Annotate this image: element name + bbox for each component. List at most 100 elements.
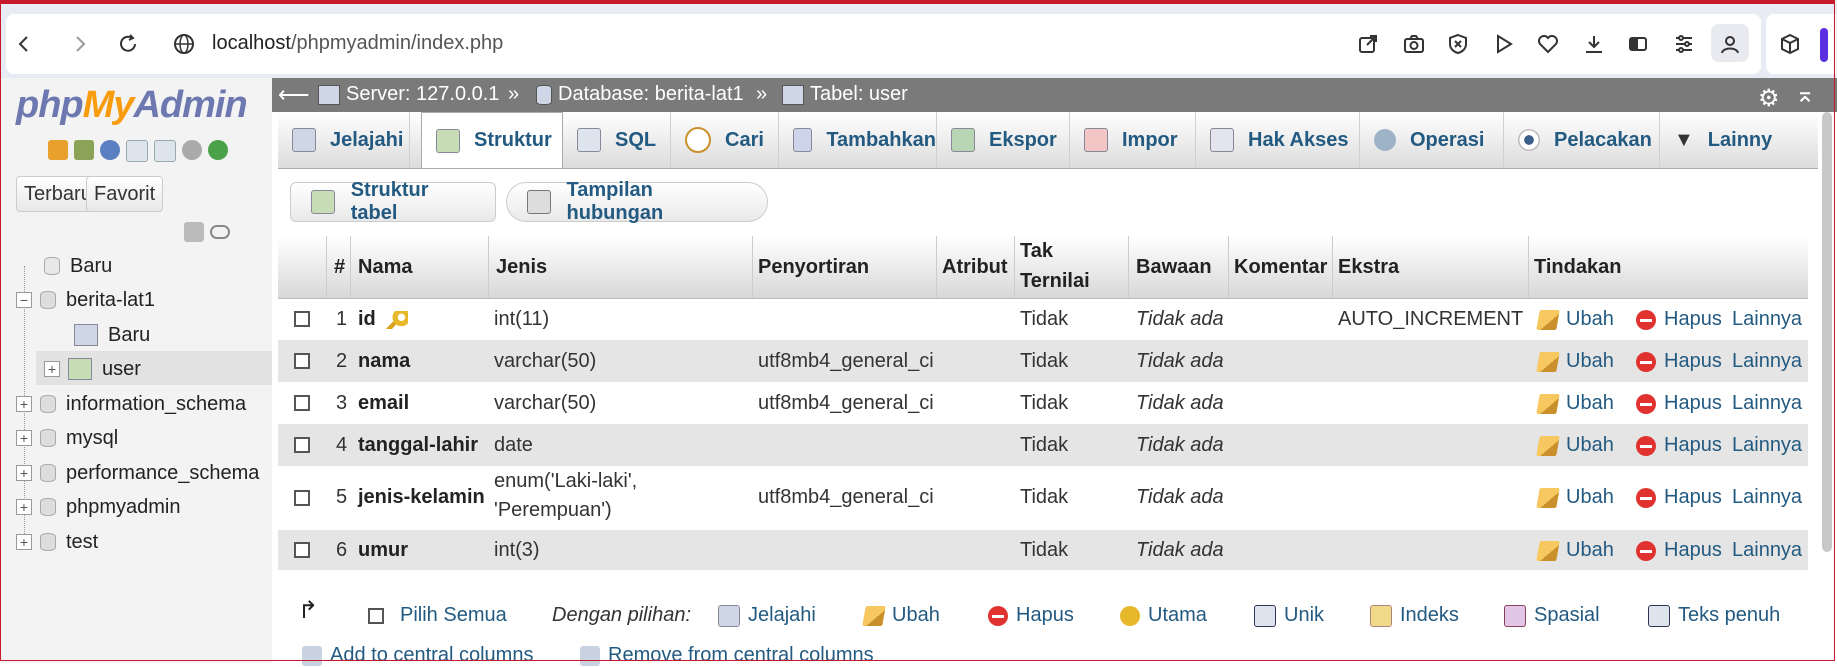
expand-icon[interactable]: + — [16, 465, 32, 481]
shield-icon[interactable] — [1442, 28, 1474, 60]
tree-item-berita-lat1[interactable]: − berita-lat1 — [16, 285, 155, 315]
tree-item-information-schema[interactable]: + information_schema — [16, 389, 246, 419]
bulk-primary-button[interactable]: Utama — [1120, 604, 1207, 627]
tab-sql[interactable]: SQL — [563, 112, 671, 168]
drop-button[interactable]: Hapus — [1636, 539, 1722, 562]
bulk-drop-button[interactable]: Hapus — [988, 604, 1074, 627]
heart-icon[interactable] — [1532, 28, 1564, 60]
tab-operations[interactable]: Operasi — [1360, 112, 1504, 168]
edit-button[interactable]: Ubah — [1536, 308, 1614, 331]
drop-button[interactable]: Hapus — [1636, 392, 1722, 415]
expand-icon[interactable]: + — [16, 534, 32, 550]
drop-button[interactable]: Hapus — [1636, 308, 1722, 331]
tab-tracking[interactable]: Pelacakan — [1504, 112, 1660, 168]
collapse-icon[interactable]: − — [16, 292, 32, 308]
collapse-all-icon[interactable] — [184, 222, 204, 242]
bulk-fulltext-button[interactable]: Teks penuh — [1648, 604, 1780, 627]
row-checkbox[interactable] — [294, 353, 310, 369]
reader-icon[interactable] — [1622, 28, 1654, 60]
header-comment[interactable]: Komentar — [1234, 252, 1327, 282]
more-button[interactable]: Lainnya — [1732, 350, 1802, 373]
docs-icon[interactable] — [126, 140, 148, 162]
play-icon[interactable] — [1488, 28, 1520, 60]
header-extra[interactable]: Ekstra — [1338, 252, 1399, 282]
home-icon[interactable] — [48, 140, 68, 160]
sidebar-toggle-accent[interactable] — [1820, 28, 1828, 62]
tab-more[interactable]: ▼ Lainny — [1660, 112, 1818, 168]
tree-item-phpmyadmin[interactable]: + phpmyadmin — [16, 492, 181, 522]
bulk-index-button[interactable]: Indeks — [1370, 604, 1459, 627]
row-checkbox[interactable] — [294, 542, 310, 558]
tab-search[interactable]: Cari — [671, 112, 779, 168]
bulk-browse-button[interactable]: Jelajahi — [718, 604, 816, 627]
logout-icon[interactable] — [74, 140, 94, 160]
select-all-checkbox[interactable] — [368, 607, 384, 624]
subtab-relation-view[interactable]: Tampilan hubungan — [506, 179, 768, 224]
row-checkbox[interactable] — [294, 311, 310, 327]
add-central-columns-button[interactable]: Add to central columns — [302, 644, 533, 667]
bulk-spatial-button[interactable]: Spasial — [1504, 604, 1600, 627]
header-collation[interactable]: Penyortiran — [758, 252, 869, 282]
drop-button[interactable]: Hapus — [1636, 486, 1722, 509]
collapse-sidebar-icon[interactable]: ⟵ — [278, 82, 310, 108]
profile-icon[interactable] — [1714, 28, 1746, 60]
scrollbar[interactable] — [1822, 112, 1832, 552]
edit-button[interactable]: Ubah — [1536, 434, 1614, 457]
address-bar[interactable]: localhost/phpmyadmin/index.php — [212, 32, 503, 55]
gear-icon[interactable] — [182, 140, 202, 160]
expand-icon[interactable]: + — [16, 430, 32, 446]
breadcrumb-table[interactable]: Tabel: user — [782, 83, 908, 106]
phpmyadmin-logo[interactable]: phpMyAdmin — [16, 84, 248, 127]
more-button[interactable]: Lainnya — [1732, 392, 1802, 415]
header-null-line2[interactable]: Ternilai — [1020, 266, 1090, 296]
forward-icon[interactable] — [62, 26, 98, 62]
reload-icon[interactable] — [110, 26, 146, 62]
header-name[interactable]: Nama — [358, 252, 412, 282]
help-icon[interactable] — [100, 140, 120, 160]
tab-export[interactable]: Ekspor — [937, 112, 1070, 168]
back-icon[interactable] — [6, 26, 42, 62]
edit-button[interactable]: Ubah — [1536, 486, 1614, 509]
download-icon[interactable] — [1578, 28, 1610, 60]
row-checkbox[interactable] — [294, 490, 310, 506]
refresh-icon[interactable] — [208, 140, 228, 160]
tree-item-mysql[interactable]: + mysql — [16, 423, 118, 453]
tree-item-new-table[interactable]: Baru — [74, 320, 150, 350]
expand-icon[interactable]: + — [16, 499, 32, 515]
tab-insert[interactable]: Tambahkan — [779, 112, 937, 168]
scroll-top-icon[interactable]: ⌅ — [1795, 80, 1815, 109]
favorites-button[interactable]: Favorit — [86, 176, 164, 212]
subtab-table-structure[interactable]: Struktur tabel — [290, 179, 496, 224]
site-info-icon[interactable] — [166, 26, 202, 62]
more-button[interactable]: Lainnya — [1732, 539, 1802, 562]
bulk-edit-button[interactable]: Ubah — [862, 604, 940, 627]
breadcrumb-database[interactable]: Database: berita-lat1 — [536, 83, 744, 106]
header-default[interactable]: Bawaan — [1136, 252, 1212, 282]
extensions-icon[interactable] — [1774, 28, 1806, 60]
drop-button[interactable]: Hapus — [1636, 350, 1722, 373]
tab-browse[interactable]: Jelajahi — [278, 112, 410, 168]
row-checkbox[interactable] — [294, 437, 310, 453]
breadcrumb-server[interactable]: Server: 127.0.0.1 — [318, 83, 499, 106]
bulk-unique-button[interactable]: Unik — [1254, 604, 1324, 627]
tree-item-user[interactable]: + user — [44, 354, 141, 384]
expand-icon[interactable]: + — [44, 361, 60, 377]
edit-button[interactable]: Ubah — [1536, 350, 1614, 373]
tree-item-new-db[interactable]: Baru — [44, 251, 112, 281]
tab-structure[interactable]: Struktur — [421, 112, 563, 168]
remove-central-columns-button[interactable]: Remove from central columns — [580, 644, 874, 667]
header-null-line1[interactable]: Tak — [1020, 236, 1053, 266]
link-icon[interactable] — [210, 225, 230, 239]
settings-icon[interactable] — [1668, 28, 1700, 60]
more-button[interactable]: Lainnya — [1732, 308, 1802, 331]
edit-button[interactable]: Ubah — [1536, 539, 1614, 562]
expand-icon[interactable]: + — [16, 396, 32, 412]
gear-icon[interactable]: ⚙ — [1758, 84, 1780, 113]
more-button[interactable]: Lainnya — [1732, 486, 1802, 509]
more-button[interactable]: Lainnya — [1732, 434, 1802, 457]
drop-button[interactable]: Hapus — [1636, 434, 1722, 457]
share-icon[interactable] — [1352, 28, 1384, 60]
header-type[interactable]: Jenis — [496, 252, 547, 282]
tree-item-performance-schema[interactable]: + performance_schema — [16, 458, 259, 488]
tab-import[interactable]: Impor — [1070, 112, 1196, 168]
